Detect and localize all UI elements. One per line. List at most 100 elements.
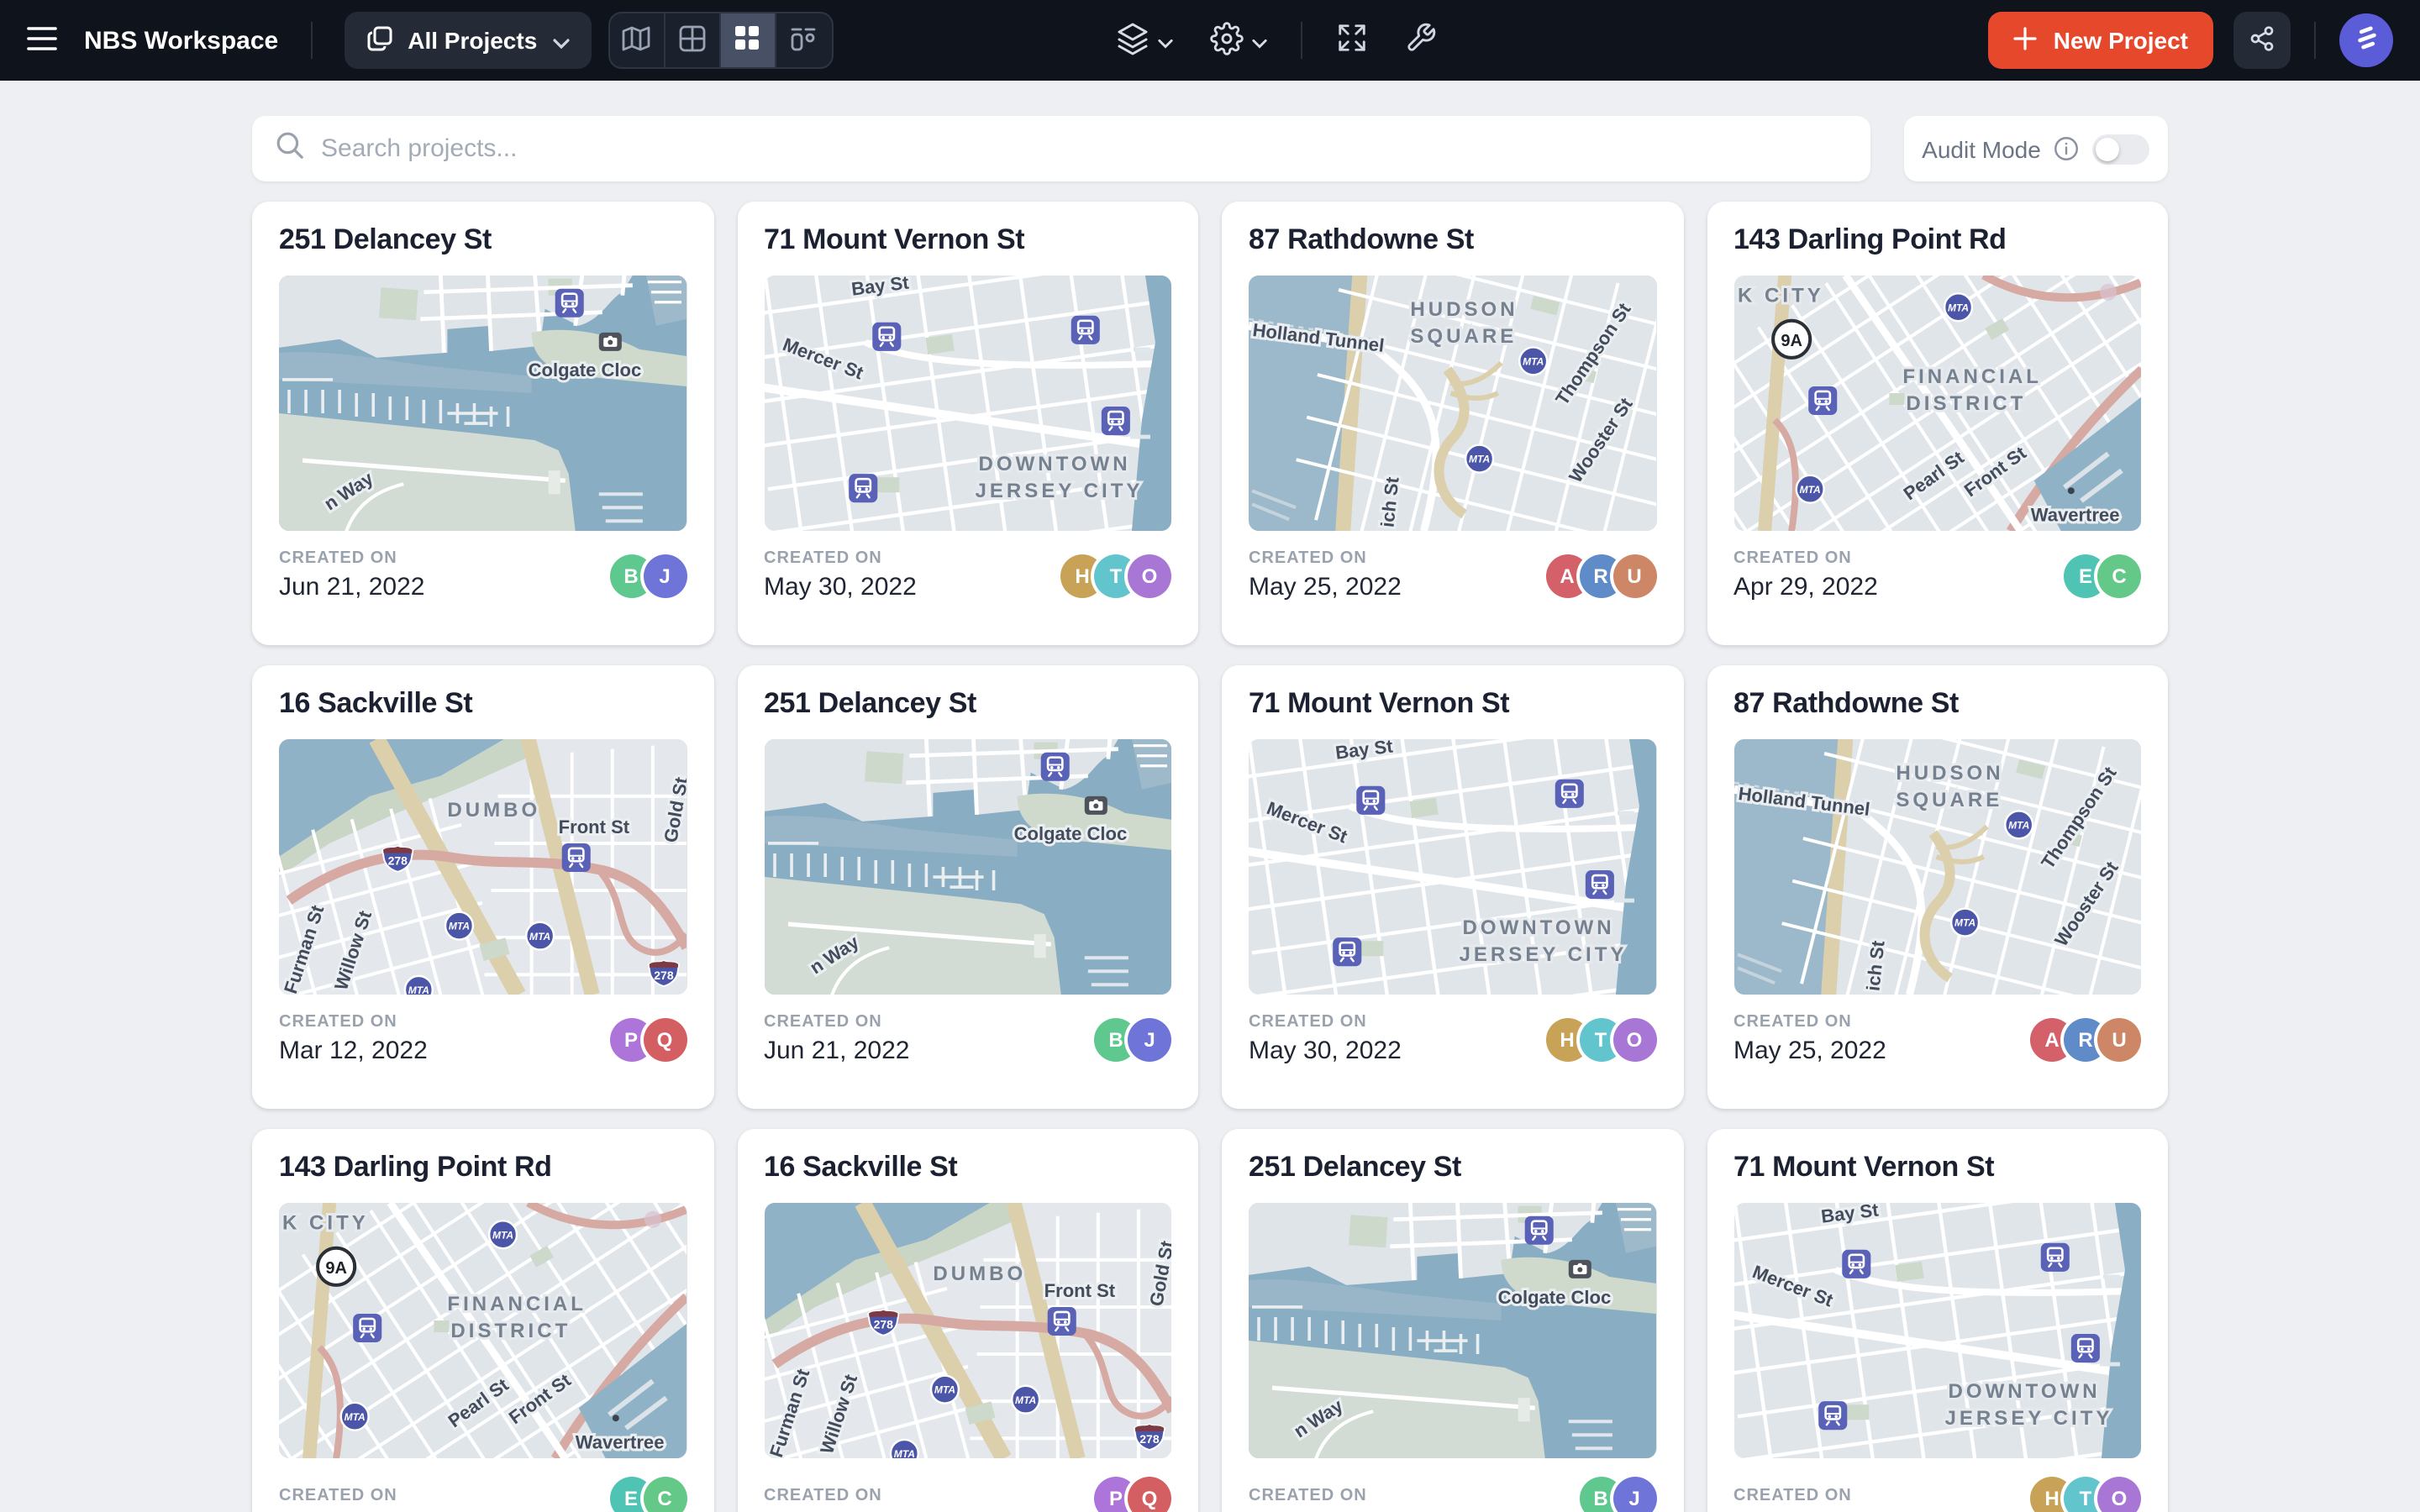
card-footer: CREATED ONJun 21, 2022 B J (764, 995, 1171, 1065)
project-card[interactable]: 143 Darling Point Rd CREATED ON E C (252, 1129, 713, 1512)
created-date: Jun 21, 2022 (279, 573, 425, 601)
main-content: Audit Mode 251 Delancey St CREATED ONJun… (0, 81, 2420, 1512)
avatar-group: P Q (1094, 1477, 1171, 1512)
project-title: 143 Darling Point Rd (279, 1151, 687, 1184)
map-view-icon (622, 24, 650, 56)
info-icon[interactable] (2054, 136, 2080, 161)
project-card[interactable]: 71 Mount Vernon St CREATED ON H T O (1707, 1129, 2168, 1512)
map-thumbnail (1249, 1203, 1656, 1458)
search-input[interactable] (321, 134, 1847, 163)
wrench-icon (1404, 22, 1436, 59)
new-project-button[interactable]: New Project (1988, 12, 2213, 69)
created-on-label: CREATED ON (279, 1013, 428, 1032)
project-card[interactable]: 71 Mount Vernon St CREATED ONMay 30, 202… (1222, 665, 1683, 1109)
project-card[interactable]: 251 Delancey St CREATED ON B J (1222, 1129, 1683, 1512)
card-footer: CREATED ON P Q (764, 1458, 1171, 1512)
hamburger-menu-button[interactable] (27, 26, 57, 55)
project-card[interactable]: 251 Delancey St CREATED ONJun 21, 2022 B… (252, 202, 713, 645)
card-footer: CREATED ON May 30, 2022 H T O (764, 531, 1171, 601)
map-settings-dropdown[interactable] (1209, 21, 1266, 60)
card-footer: CREATED ONMay 30, 2022 H T O (1249, 995, 1656, 1065)
fullscreen-button[interactable] (1335, 22, 1367, 59)
map-thumbnail (1733, 739, 2141, 995)
created-on-label: CREATED ON (1249, 549, 1402, 568)
card-footer: CREATED ON H T O (1733, 1458, 2141, 1512)
map-thumbnail (764, 739, 1171, 995)
split-view-icon (678, 24, 705, 56)
created-date: May 30, 2022 (1249, 1037, 1402, 1065)
audit-mode-label: Audit Mode (1922, 135, 2041, 162)
project-card[interactable]: 16 Sackville St CREATED ONMar 12, 2022 P… (252, 665, 713, 1109)
avatar-group: A R U (2030, 1017, 2141, 1061)
project-card[interactable]: 143 Darling Point Rd CREATED ON Apr 29, 2… (1707, 202, 2168, 645)
project-title: 71 Mount Vernon St (764, 223, 1171, 257)
account-logo-button[interactable] (2339, 13, 2393, 67)
chevron-down-icon (1251, 28, 1266, 53)
avatar-group: B J (1579, 1477, 1656, 1512)
avatar: J (1128, 1017, 1171, 1061)
avatar: O (1128, 554, 1171, 597)
avatar-group: P Q (609, 1017, 687, 1061)
brand-slashes-icon (2352, 24, 2381, 57)
avatar-group: H T O (1545, 1017, 1656, 1061)
audit-mode-control: Audit Mode (1904, 116, 2168, 181)
project-title: 143 Darling Point Rd (1733, 223, 2141, 257)
view-toggle-board[interactable] (776, 13, 831, 67)
map-thumbnail (764, 1203, 1171, 1458)
map-thumbnail (279, 739, 687, 995)
view-toggle-group (608, 12, 833, 69)
project-card[interactable]: 71 Mount Vernon St CREATED ON May 30, 202… (737, 202, 1198, 645)
created-on-label: CREATED ON (1733, 1013, 1886, 1032)
created-on-label: CREATED ON (1733, 549, 1878, 568)
avatar-group: B J (1094, 1017, 1171, 1061)
avatar-group: H T O (1060, 554, 1171, 597)
project-title: 71 Mount Vernon St (1733, 1151, 2141, 1184)
view-toggle-split[interactable] (665, 13, 720, 67)
created-date: May 30, 2022 (764, 573, 917, 601)
avatar-group: A R U (1545, 554, 1656, 597)
view-toggle-grid[interactable] (720, 13, 776, 67)
map-tools-cluster (1115, 21, 1436, 60)
tools-wrench-button[interactable] (1404, 22, 1436, 59)
created-on-label: CREATED ON (764, 549, 917, 568)
view-toggle-map[interactable] (609, 13, 665, 67)
project-title: 87 Rathdowne St (1733, 687, 2141, 721)
projects-filter-dropdown[interactable]: All Projects (344, 12, 591, 69)
map-thumbnail (1733, 276, 2141, 531)
map-thumbnail (279, 276, 687, 531)
project-card[interactable]: 251 Delancey St CREATED ONJun 21, 2022 B… (737, 665, 1198, 1109)
chevron-down-icon (552, 27, 569, 54)
share-button[interactable] (2233, 12, 2291, 69)
project-title: 16 Sackville St (764, 1151, 1171, 1184)
hamburger-icon (27, 26, 57, 55)
created-on-label: CREATED ON (279, 549, 425, 568)
toggle-knob (2096, 137, 2120, 160)
layers-dropdown[interactable] (1115, 21, 1172, 60)
expand-fullscreen-icon (1335, 22, 1367, 59)
created-date: Apr 29, 2022 (1733, 573, 1878, 601)
project-card-grid: 251 Delancey St CREATED ONJun 21, 2022 B… (252, 202, 2168, 1512)
project-title: 251 Delancey St (764, 687, 1171, 721)
top-bar: NBS Workspace All Projects (0, 0, 2420, 81)
header-actions: New Project (1988, 12, 2393, 69)
tools-divider (1300, 22, 1302, 59)
created-date: May 25, 2022 (1733, 1037, 1886, 1065)
created-date: May 25, 2022 (1249, 573, 1402, 601)
avatar: U (1612, 554, 1656, 597)
card-footer: CREATED ON B J (1249, 1458, 1656, 1512)
project-card[interactable]: 87 Rathdowne St CREATED ON May 25, 2022 A… (1707, 665, 2168, 1109)
avatar: J (1612, 1477, 1656, 1512)
project-card[interactable]: 87 Rathdowne St CREATED ONMay 25, 2022 A… (1222, 202, 1683, 645)
avatar: J (643, 554, 687, 597)
audit-mode-toggle[interactable] (2093, 134, 2150, 164)
project-card[interactable]: 16 Sackville St CREATED ON P Q (737, 1129, 1198, 1512)
map-thumbnail (279, 1203, 687, 1458)
map-thumbnail (1733, 1203, 2141, 1458)
avatar: O (1612, 1017, 1656, 1061)
chevron-down-icon (1157, 28, 1172, 53)
created-on-label: CREATED ON (1249, 1487, 1367, 1505)
avatar: U (2097, 1017, 2141, 1061)
avatar-group: E C (2064, 554, 2141, 597)
avatar: C (643, 1477, 687, 1512)
controls-row: Audit Mode (252, 116, 2168, 181)
